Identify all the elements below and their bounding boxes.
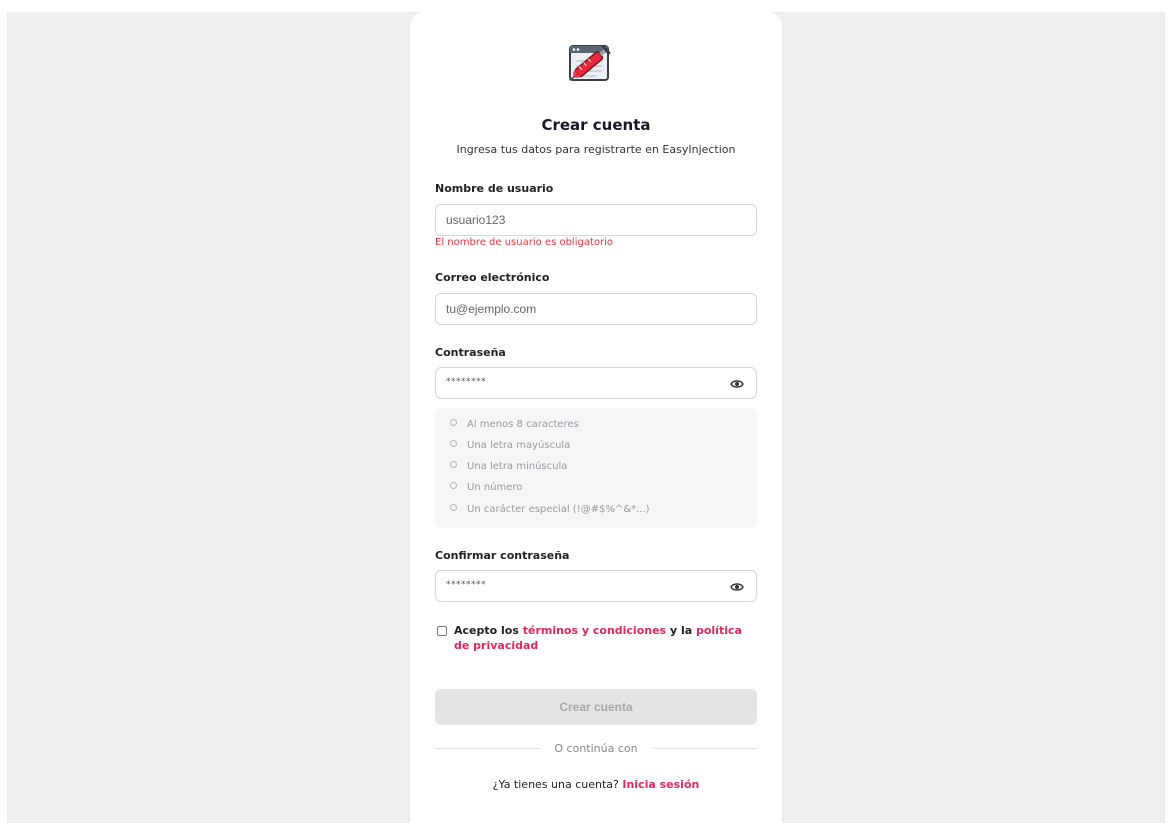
login-link[interactable]: Inicia sesión <box>622 778 699 791</box>
login-prompt: ¿Ya tienes una cuenta? Inicia sesión <box>492 778 700 791</box>
username-placeholder: usuario123 <box>446 213 506 227</box>
requirement-item: Un número <box>450 482 522 493</box>
requirement-item: Una letra mayúscula <box>450 440 570 451</box>
email-placeholder: tu@ejemplo.com <box>446 302 537 316</box>
requirement-item: Al menos 8 caracteres <box>450 419 579 430</box>
username-error: El nombre de usuario es obligatorio <box>435 237 614 248</box>
username-input[interactable]: usuario123 <box>435 204 757 236</box>
confirm-password-label: Confirmar contraseña <box>435 549 570 562</box>
password-input[interactable]: ******** <box>435 367 757 399</box>
syringe-browser-logo-icon <box>569 44 611 81</box>
divider-text: O continúa con <box>554 742 638 755</box>
requirement-item: Una letra minúscula <box>450 461 567 472</box>
confirm-password-input[interactable]: ******** <box>435 570 757 602</box>
email-input[interactable]: tu@ejemplo.com <box>435 293 757 325</box>
terms-agreement: Acepto los términos y condiciones y la p… <box>437 623 757 653</box>
circle-icon <box>450 482 457 489</box>
password-requirements: Al menos 8 caracteres Una letra mayúscul… <box>435 408 757 528</box>
requirement-item: Un carácter especial (!@#$%^&*...) <box>450 504 650 515</box>
terms-checkbox[interactable] <box>437 626 447 636</box>
page-subtitle: Ingresa tus datos para registrarte en Ea… <box>456 143 736 156</box>
username-label: Nombre de usuario <box>435 182 554 195</box>
create-account-button[interactable]: Crear cuenta <box>435 689 757 725</box>
password-value: ******** <box>446 377 486 387</box>
circle-icon <box>450 440 457 447</box>
eye-icon[interactable] <box>730 378 744 390</box>
circle-icon <box>450 461 457 468</box>
register-card: Crear cuenta Ingresa tus datos para regi… <box>410 12 782 823</box>
email-label: Correo electrónico <box>435 271 550 284</box>
password-label: Contraseña <box>435 346 506 359</box>
page-title: Crear cuenta <box>541 116 651 134</box>
circle-icon <box>450 419 457 426</box>
circle-icon <box>450 504 457 511</box>
eye-icon[interactable] <box>730 581 744 593</box>
confirm-password-value: ******** <box>446 580 486 590</box>
terms-link[interactable]: términos y condiciones <box>523 624 666 637</box>
terms-text: Acepto los términos y condiciones y la p… <box>454 624 742 652</box>
